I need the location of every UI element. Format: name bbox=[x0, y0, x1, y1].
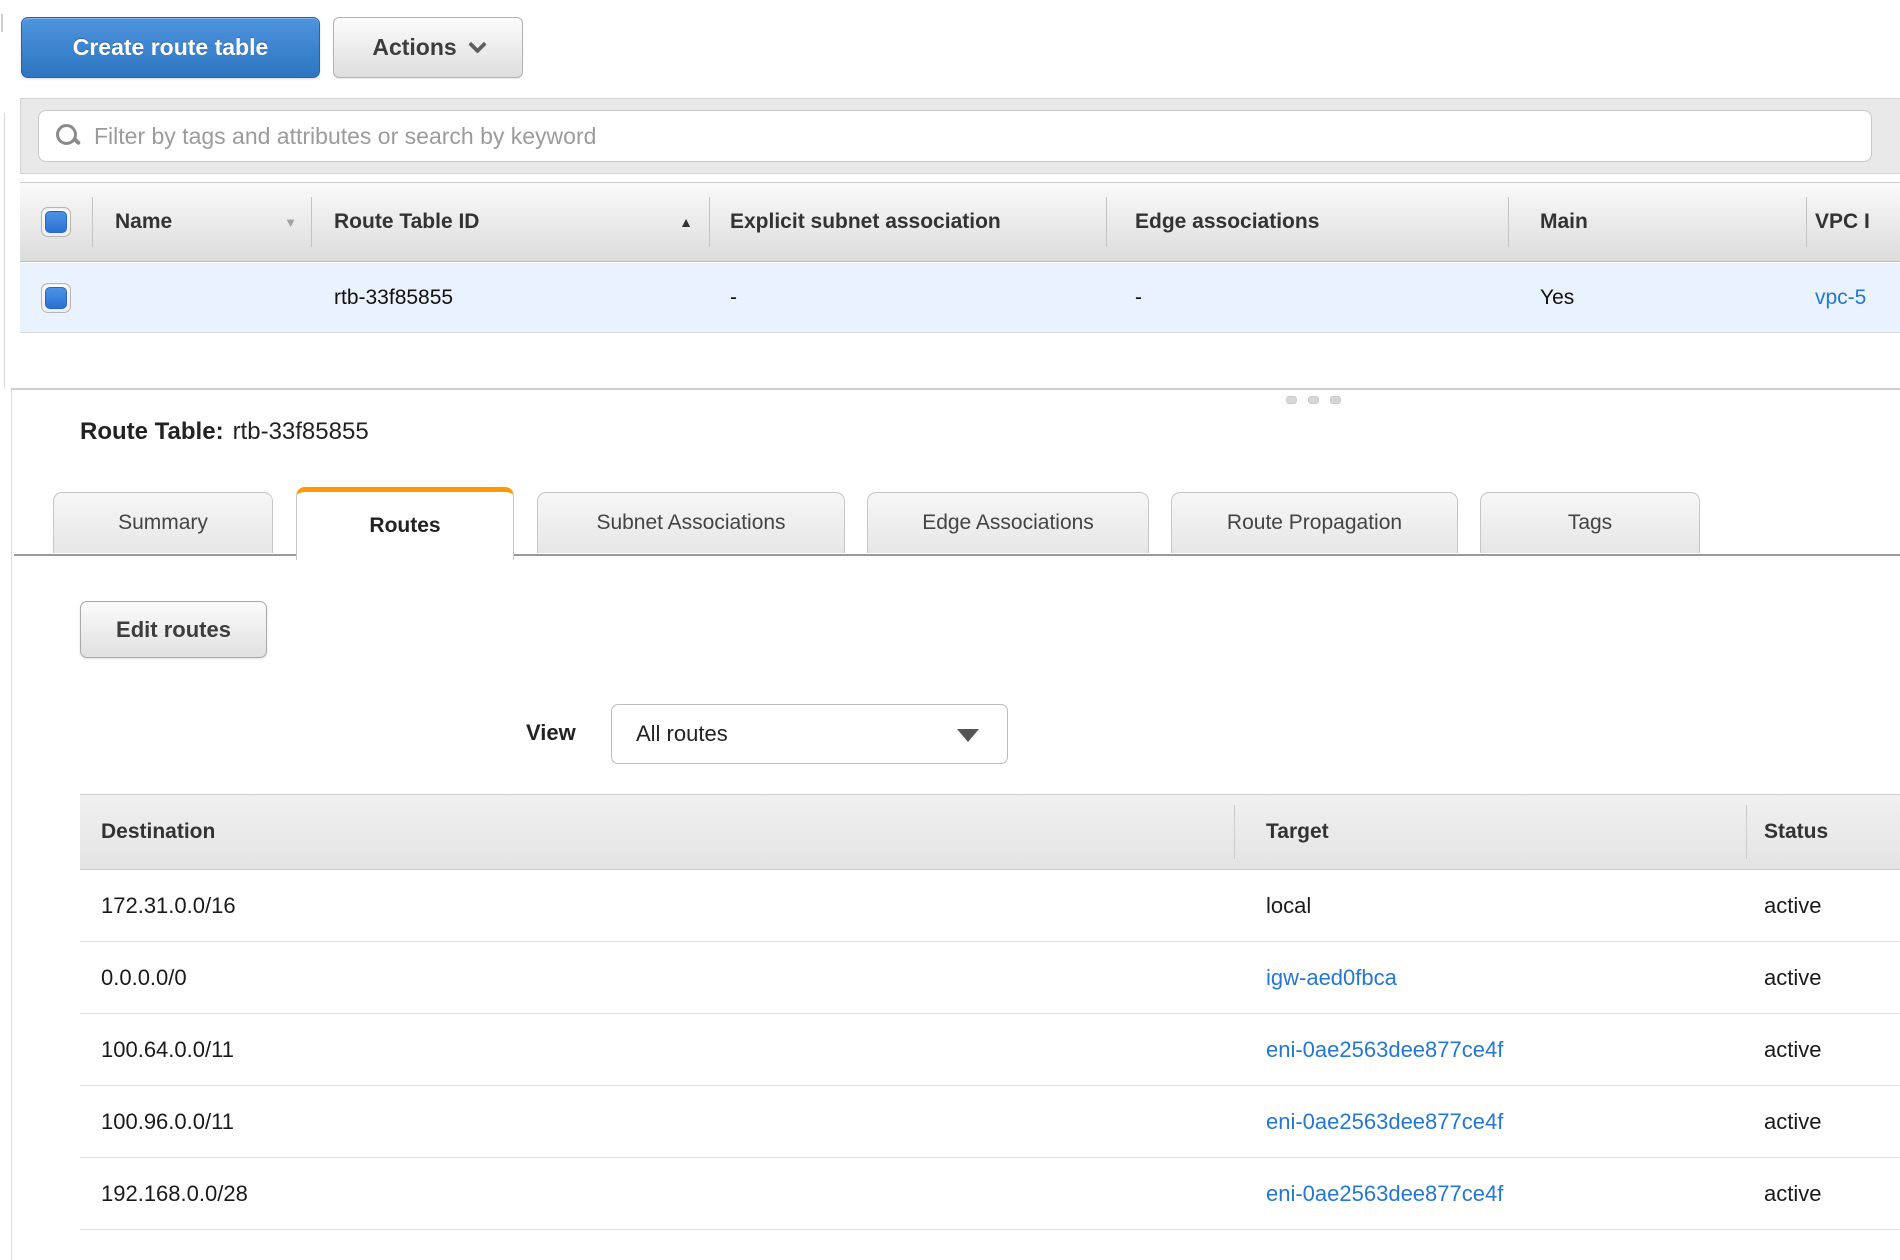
route-target-cell: eni-0ae2563dee877ce4f bbox=[1234, 1158, 1746, 1229]
route-destination: 172.31.0.0/16 bbox=[80, 870, 1234, 941]
view-dropdown[interactable]: All routes bbox=[611, 704, 1008, 764]
route-target-link[interactable]: eni-0ae2563dee877ce4f bbox=[1266, 1037, 1503, 1063]
route-table-list-row[interactable]: rtb-33f85855 - - Yes vpc-5 bbox=[20, 263, 1900, 333]
actions-button-label: Actions bbox=[372, 34, 456, 61]
checkbox-checked-fill bbox=[45, 287, 67, 309]
chevron-down-icon bbox=[468, 35, 486, 53]
routes-column-destination: Destination bbox=[80, 795, 1234, 869]
route-status: active bbox=[1746, 942, 1900, 1013]
route-row: 0.0.0.0/0 igw-aed0fbca active bbox=[80, 942, 1900, 1014]
list-header-row: Name ▼ Route Table ID ▲ Explicit subnet … bbox=[20, 182, 1900, 262]
route-target-link[interactable]: eni-0ae2563dee877ce4f bbox=[1266, 1181, 1503, 1207]
column-header-name[interactable]: Name ▼ bbox=[92, 183, 311, 261]
sort-ascending-icon[interactable]: ▲ bbox=[679, 214, 693, 230]
route-row: 192.168.0.0/28 eni-0ae2563dee877ce4f act… bbox=[80, 1158, 1900, 1230]
view-label: View bbox=[526, 720, 576, 746]
routes-column-status: Status bbox=[1746, 795, 1900, 869]
row-select-cell bbox=[20, 263, 92, 332]
left-panel-border-artifact bbox=[1, 14, 3, 32]
search-icon bbox=[56, 124, 80, 148]
view-dropdown-value: All routes bbox=[636, 721, 728, 747]
route-destination: 0.0.0.0/0 bbox=[80, 942, 1234, 1013]
tab-subnet-associations[interactable]: Subnet Associations bbox=[537, 492, 845, 553]
route-row: 100.96.0.0/11 eni-0ae2563dee877ce4f acti… bbox=[80, 1086, 1900, 1158]
tab-routes[interactable]: Routes bbox=[296, 487, 514, 560]
search-placeholder: Filter by tags and attributes or search … bbox=[94, 123, 596, 150]
route-destination: 192.168.0.0/28 bbox=[80, 1158, 1234, 1229]
route-target-cell: eni-0ae2563dee877ce4f bbox=[1234, 1014, 1746, 1085]
routes-column-target: Target bbox=[1234, 795, 1746, 869]
detail-pane-left-border bbox=[11, 389, 12, 1260]
actions-button[interactable]: Actions bbox=[333, 17, 523, 78]
tab-tags[interactable]: Tags bbox=[1480, 492, 1700, 553]
cell-route-table-id: rtb-33f85855 bbox=[311, 263, 709, 332]
route-target-link[interactable]: igw-aed0fbca bbox=[1266, 965, 1397, 991]
caret-down-icon[interactable]: ▼ bbox=[284, 215, 297, 230]
route-status: active bbox=[1746, 1086, 1900, 1157]
row-checkbox[interactable] bbox=[41, 283, 71, 313]
detail-heading-label: Route Table: bbox=[80, 418, 224, 445]
route-status: active bbox=[1746, 1158, 1900, 1229]
select-all-cell bbox=[20, 183, 92, 261]
select-all-checkbox[interactable] bbox=[41, 207, 71, 237]
pane-divider bbox=[11, 388, 1900, 390]
column-header-explicit-subnet-association[interactable]: Explicit subnet association bbox=[709, 183, 1106, 261]
column-header-edge-associations[interactable]: Edge associations bbox=[1106, 183, 1508, 261]
pane-resize-handle[interactable] bbox=[1286, 396, 1346, 406]
search-input[interactable]: Filter by tags and attributes or search … bbox=[38, 110, 1872, 162]
column-header-name-label: Name bbox=[115, 210, 172, 234]
cell-edge-associations: - bbox=[1106, 263, 1508, 332]
checkbox-checked-fill bbox=[45, 211, 67, 233]
tab-summary[interactable]: Summary bbox=[53, 492, 273, 553]
route-row: 172.31.0.0/16 local active bbox=[80, 870, 1900, 942]
route-destination: 100.96.0.0/11 bbox=[80, 1086, 1234, 1157]
route-destination: 100.64.0.0/11 bbox=[80, 1014, 1234, 1085]
cell-vpc-id: vpc-5 bbox=[1806, 263, 1900, 332]
column-header-route-table-id[interactable]: Route Table ID ▲ bbox=[311, 183, 709, 261]
triangle-down-icon bbox=[957, 729, 979, 742]
vpc-route-tables-page: Create route table Actions Filter by tag… bbox=[0, 0, 1900, 1260]
column-header-route-table-id-label: Route Table ID bbox=[334, 210, 479, 234]
cell-main: Yes bbox=[1508, 263, 1806, 332]
list-pane-left-border bbox=[4, 113, 5, 388]
tab-edge-associations[interactable]: Edge Associations bbox=[867, 492, 1149, 553]
detail-heading-value: rtb-33f85855 bbox=[233, 418, 369, 445]
route-target: local bbox=[1234, 870, 1746, 941]
route-target-cell: igw-aed0fbca bbox=[1234, 942, 1746, 1013]
column-header-vpc-id[interactable]: VPC I bbox=[1806, 183, 1900, 261]
route-row: 100.64.0.0/11 eni-0ae2563dee877ce4f acti… bbox=[80, 1014, 1900, 1086]
cell-explicit-subnet-association: - bbox=[709, 263, 1106, 332]
cell-name bbox=[92, 263, 311, 332]
vpc-id-link[interactable]: vpc-5 bbox=[1815, 286, 1866, 310]
create-route-table-button[interactable]: Create route table bbox=[21, 17, 320, 78]
detail-heading: Route Table: rtb-33f85855 bbox=[80, 418, 369, 446]
tab-route-propagation[interactable]: Route Propagation bbox=[1171, 492, 1458, 553]
route-target-link[interactable]: eni-0ae2563dee877ce4f bbox=[1266, 1109, 1503, 1135]
route-status: active bbox=[1746, 1014, 1900, 1085]
column-header-main[interactable]: Main bbox=[1508, 183, 1806, 261]
edit-routes-button[interactable]: Edit routes bbox=[80, 601, 267, 658]
route-status: active bbox=[1746, 870, 1900, 941]
routes-header-row: Destination Target Status bbox=[80, 794, 1900, 870]
route-target-cell: eni-0ae2563dee877ce4f bbox=[1234, 1086, 1746, 1157]
